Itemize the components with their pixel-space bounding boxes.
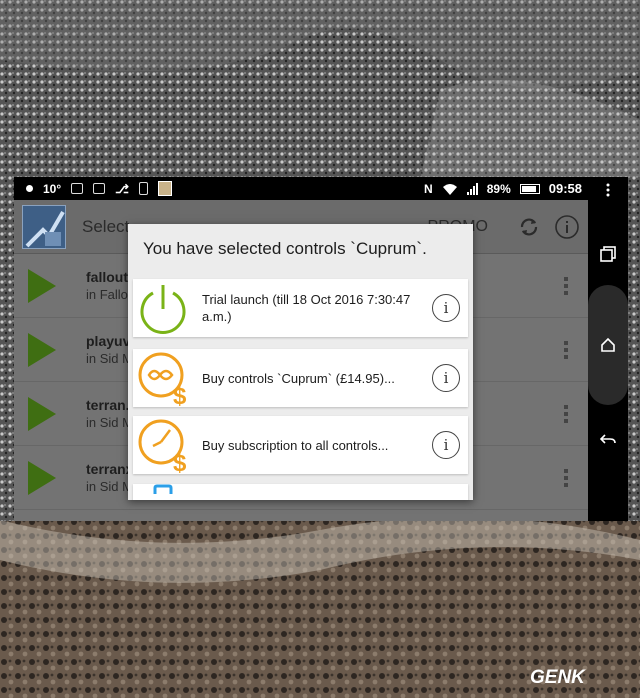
buy-subscription-label: Buy subscription to all controls... <box>202 437 389 453</box>
usb-icon: ⎇ <box>115 181 129 196</box>
more-options-icon[interactable] <box>564 340 570 359</box>
battery-icon <box>519 183 540 194</box>
info-icon[interactable]: i <box>432 294 460 322</box>
buy-controls-label: Buy controls `Cuprum` (£14.95)... <box>202 370 395 386</box>
refresh-icon[interactable] <box>516 214 542 240</box>
home-icon[interactable] <box>588 285 628 405</box>
trial-launch-option[interactable]: Trial launch (till 18 Oct 2016 7:30:47 a… <box>133 279 468 337</box>
more-options-icon[interactable] <box>564 276 570 295</box>
clock-time: 09:58 <box>548 181 582 196</box>
menu-dots-icon[interactable] <box>590 183 626 197</box>
play-icon[interactable] <box>28 460 56 495</box>
svg-text:GENK: GENK <box>530 667 586 687</box>
status-bar: 10° ⎇ N 89% 09:58 <box>14 177 588 200</box>
more-option-partial[interactable] <box>133 484 468 500</box>
dialog-title: You have selected controls `Cuprum`. <box>143 239 427 258</box>
battery-percent: 89% <box>486 181 511 196</box>
play-icon[interactable] <box>28 332 56 367</box>
temperature-text: 10° <box>43 181 62 196</box>
play-icon[interactable] <box>28 268 56 303</box>
app-icon <box>133 484 193 500</box>
clock-dollar-icon: $ <box>133 416 193 477</box>
signal-icon <box>466 182 478 195</box>
play-icon[interactable] <box>28 396 56 431</box>
svg-text:$: $ <box>173 450 187 474</box>
info-icon[interactable] <box>554 214 580 240</box>
info-icon[interactable]: i <box>432 364 460 392</box>
power-icon <box>133 279 193 337</box>
buy-subscription-option[interactable]: $ Buy subscription to all controls... i <box>133 416 468 477</box>
wifi-icon <box>442 183 457 195</box>
code-icon <box>93 183 106 194</box>
code-icon <box>71 183 84 194</box>
notification-dot-icon <box>26 185 33 192</box>
info-icon[interactable]: i <box>432 431 460 459</box>
phone-icon <box>138 182 148 195</box>
navigation-bar <box>588 177 628 521</box>
nfc-icon: N <box>424 181 433 196</box>
genk-watermark: GENK <box>530 667 586 687</box>
controls-dialog: You have selected controls `Cuprum`. Tri… <box>128 224 473 500</box>
trial-launch-label: Trial launch (till 18 Oct 2016 7:30:47 a… <box>202 292 411 324</box>
photo-thumb-icon <box>157 181 172 196</box>
svg-text:$: $ <box>173 383 187 407</box>
more-options-icon[interactable] <box>564 468 570 487</box>
more-options-icon[interactable] <box>564 404 570 423</box>
app-logo <box>22 204 66 249</box>
recents-icon[interactable] <box>590 231 626 277</box>
back-icon[interactable] <box>590 419 626 459</box>
buy-controls-option[interactable]: $ Buy controls `Cuprum` (£14.95)... i <box>133 349 468 410</box>
infinity-dollar-icon: $ <box>133 349 193 410</box>
